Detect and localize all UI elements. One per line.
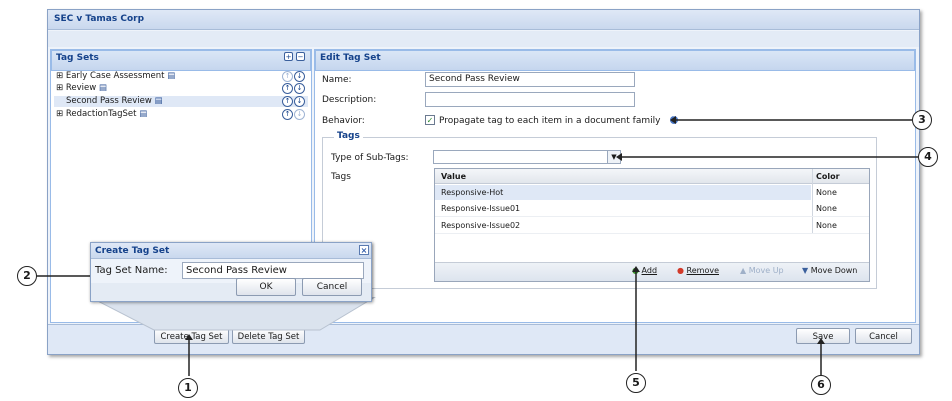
tag-set-name-input[interactable]: Second Pass Review	[182, 262, 364, 279]
callout-6: 6	[811, 375, 831, 395]
callout-4: 4	[918, 147, 938, 167]
tag-set-name-label: Tag Set Name:	[95, 265, 168, 276]
callout-2: 2	[17, 266, 37, 286]
dialog-title: Create Tag Set	[95, 246, 170, 256]
callout-lines	[36, 116, 918, 393]
dialog-cancel-button[interactable]: Cancel	[302, 278, 362, 296]
callout-1: 1	[178, 378, 198, 398]
close-icon[interactable]: ×	[359, 245, 369, 255]
dialog-titlebar: Create Tag Set ×	[91, 243, 371, 259]
callout-3: 3	[912, 110, 932, 130]
callout-5: 5	[626, 373, 646, 393]
ok-button[interactable]: OK	[236, 278, 296, 296]
